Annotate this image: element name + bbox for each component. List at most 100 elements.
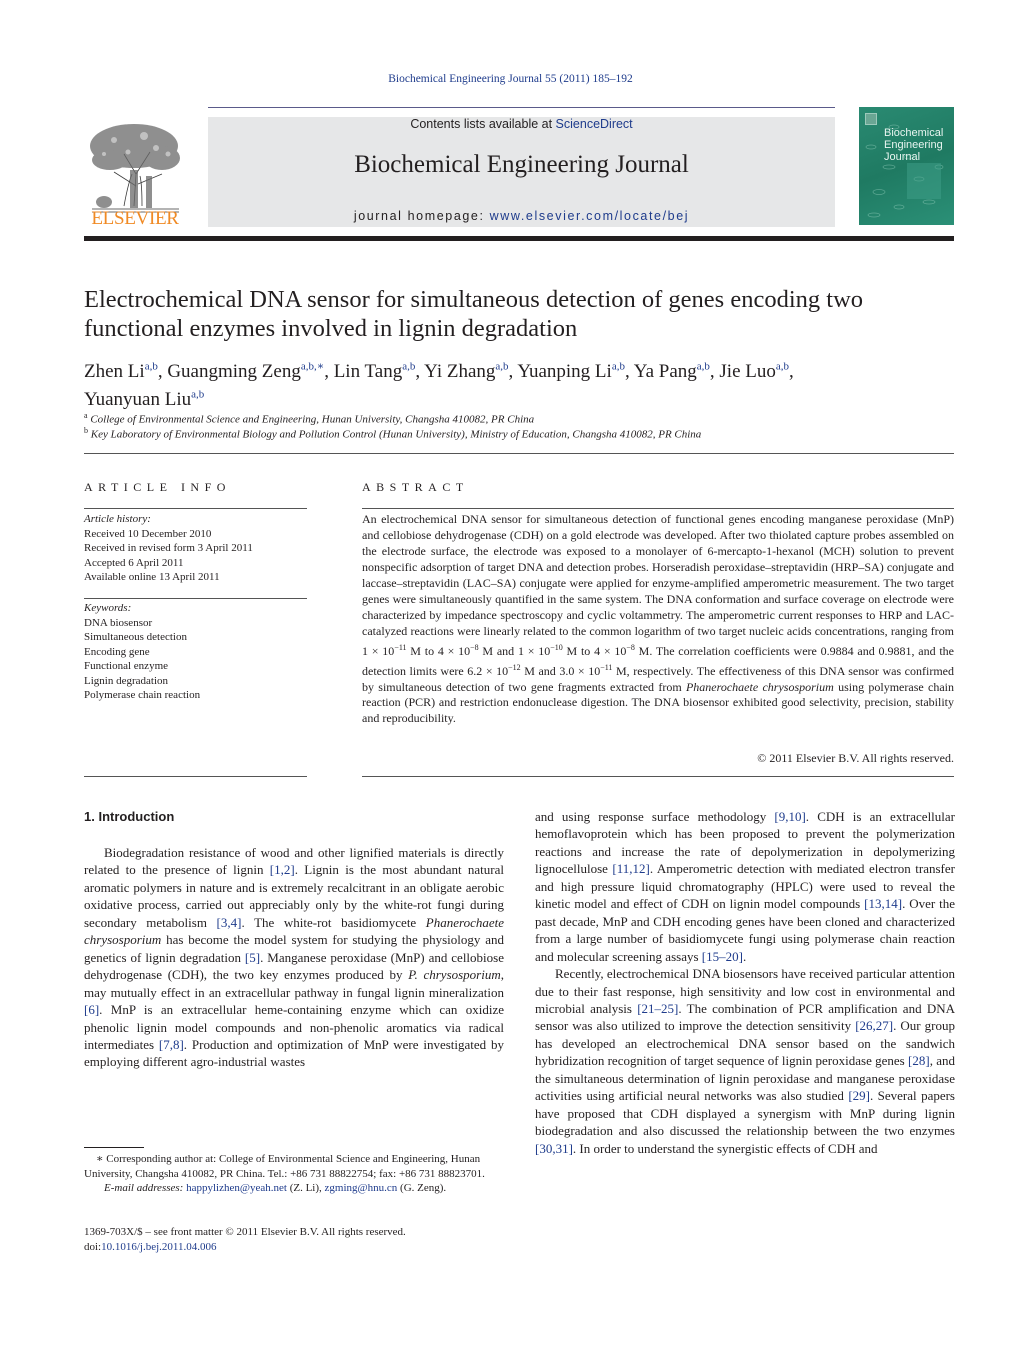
author-list: Zhen Lia,b, Guangming Zenga,b,∗, Lin Tan… [84, 356, 964, 411]
front-matter-line: 1369-703X/$ – see front matter © 2011 El… [84, 1226, 406, 1238]
exponent: −11 [600, 662, 613, 672]
author-separator: , [415, 361, 425, 383]
author-affiliation-link[interactable]: a,b [697, 361, 710, 373]
keywords: Keywords: DNA biosensor Simultaneous det… [84, 601, 314, 703]
affiliation-a: a College of Environmental Science and E… [84, 411, 964, 426]
citation-link[interactable]: [21–25] [637, 1001, 678, 1016]
citation-link[interactable]: [5] [245, 950, 260, 965]
divider [84, 776, 307, 777]
author-affiliation-link[interactable]: a,b [191, 388, 204, 400]
footnotes: ∗ Corresponding author at: College of En… [84, 1152, 504, 1196]
journal-name: Biochemical Engineering Journal [354, 151, 689, 178]
author-affiliation-link[interactable]: a,b [402, 361, 415, 373]
affiliation-mark: b [84, 426, 88, 435]
abstract-segment: An electrochemical DNA sensor for simult… [362, 512, 954, 638]
citation-link[interactable]: [7,8] [159, 1037, 184, 1052]
header-thick-rule [84, 236, 954, 241]
exponent: −8 [470, 642, 479, 652]
exponent: −11 [394, 642, 407, 652]
abstract-segment: M to 4 × 10 [562, 643, 627, 658]
email-owner: (Z. Li), [286, 1182, 325, 1194]
citation-link[interactable]: [11,12] [612, 861, 649, 876]
running-head[interactable]: Biochemical Engineering Journal 55 (2011… [0, 73, 1021, 85]
citation-link[interactable]: [6] [84, 1002, 99, 1017]
author-affiliation-link[interactable]: a,b,∗ [301, 361, 324, 373]
citation-link[interactable]: [9,10] [774, 809, 805, 824]
cover-title-line: Engineering [884, 139, 943, 151]
copyright: © 2011 Elsevier B.V. All rights reserved… [757, 751, 954, 765]
author-name[interactable]: Guangming Zeng [167, 361, 301, 382]
homepage-prefix: journal homepage: [353, 209, 490, 223]
text-segment: . [742, 948, 747, 964]
text-segment: . The white-rot basidiomycete [241, 914, 426, 930]
author-affiliation-link[interactable]: a,b [495, 361, 508, 373]
cover-title-line: Journal [884, 151, 921, 163]
keyword-item: Encoding gene [84, 645, 150, 658]
citation-link[interactable]: [29] [848, 1088, 870, 1103]
header-rule [208, 107, 835, 108]
paragraph: Recently, electrochemical DNA biosensors… [535, 965, 955, 1157]
author-name[interactable]: Jie Luo [719, 361, 775, 382]
abstract-segment: M and 3.0 × 10 [520, 663, 601, 678]
article-info-heading: ARTICLE INFO [84, 480, 231, 494]
contents-prefix: Contents lists available at [410, 117, 556, 131]
email-label: E-mail addresses: [104, 1182, 184, 1194]
footnote-rule [84, 1147, 144, 1148]
author-separator: , [789, 361, 794, 383]
affiliation-mark: a [84, 411, 88, 420]
cover-title: Biochemical Engineering Journal [884, 127, 954, 163]
text-segment: . In order to understand the synergistic… [572, 1140, 878, 1156]
divider [84, 598, 307, 599]
article-title: Electrochemical DNA sensor for simultane… [84, 286, 864, 342]
journal-masthead: Contents lists available at ScienceDirec… [208, 117, 835, 227]
author-name[interactable]: Yuanyuan Liu [84, 389, 191, 410]
divider [362, 508, 954, 509]
citation-link[interactable]: [28] [908, 1053, 930, 1068]
citation-link[interactable]: [13,14] [864, 896, 902, 911]
corresponding-author-note: ∗ Corresponding author at: College of En… [84, 1153, 485, 1180]
affiliation-text: College of Environmental Science and Eng… [90, 413, 535, 426]
keywords-label: Keywords: [84, 602, 132, 614]
author-separator: , [324, 361, 334, 383]
citation-link[interactable]: [1,2] [270, 862, 295, 877]
citation-link[interactable]: [30,31] [535, 1141, 573, 1156]
author-affiliation-link[interactable]: a,b [145, 361, 158, 373]
publisher-name[interactable]: ELSEVIER [84, 208, 186, 230]
sciencedirect-link[interactable]: ScienceDirect [556, 117, 633, 131]
history-item: Accepted 6 April 2011 [84, 556, 184, 569]
body-column-left: Biodegradation resistance of wood and ot… [84, 844, 504, 1071]
author-separator: , [624, 361, 634, 383]
keyword-item: Functional enzyme [84, 660, 169, 672]
author-separator: , [709, 361, 720, 383]
author-name[interactable]: Yi Zhang [424, 361, 495, 382]
divider [84, 453, 954, 454]
front-matter: 1369-703X/$ – see front matter © 2011 El… [84, 1225, 504, 1254]
author-affiliation-link[interactable]: a,b [612, 361, 625, 373]
email-link[interactable]: happylizhen@yeah.net [186, 1182, 287, 1194]
history-label: Article history: [84, 513, 151, 525]
doi-line: doi:10.1016/j.bej.2011.04.006 [84, 1240, 504, 1255]
exponent: −8 [626, 642, 635, 652]
citation-link[interactable]: [26,27] [855, 1018, 893, 1033]
abstract-segment: 1 × 10 [362, 643, 395, 658]
homepage-link[interactable]: www.elsevier.com/locate/bej [490, 209, 690, 223]
author-name[interactable]: Lin Tang [334, 361, 403, 382]
author-name[interactable]: Zhen Li [84, 361, 145, 382]
author-affiliation-link[interactable]: a,b [776, 361, 789, 373]
history-item: Available online 13 April 2011 [84, 571, 220, 583]
author-separator: , [157, 361, 168, 383]
abstract-segment: M to 4 × 10 [406, 643, 471, 658]
doi-link[interactable]: 10.1016/j.bej.2011.04.006 [101, 1241, 216, 1253]
homepage-line: journal homepage: www.elsevier.com/locat… [208, 209, 835, 223]
section-heading-introduction: 1. Introduction [84, 809, 175, 824]
citation-link[interactable]: [3,4] [217, 915, 242, 930]
author-name[interactable]: Ya Pang [634, 361, 697, 382]
citation-link[interactable]: [15–20] [702, 949, 743, 964]
body-column-right: and using response surface methodology [… [535, 808, 955, 1157]
journal-cover-thumbnail[interactable]: Biochemical Engineering Journal [859, 107, 954, 225]
author-name[interactable]: Yuanping Li [517, 361, 611, 382]
exponent: −12 [508, 662, 521, 672]
paragraph: and using response surface methodology [… [535, 808, 955, 965]
email-link[interactable]: zgming@hnu.cn [325, 1182, 398, 1194]
affiliation-text: Key Laboratory of Environmental Biology … [90, 428, 702, 441]
